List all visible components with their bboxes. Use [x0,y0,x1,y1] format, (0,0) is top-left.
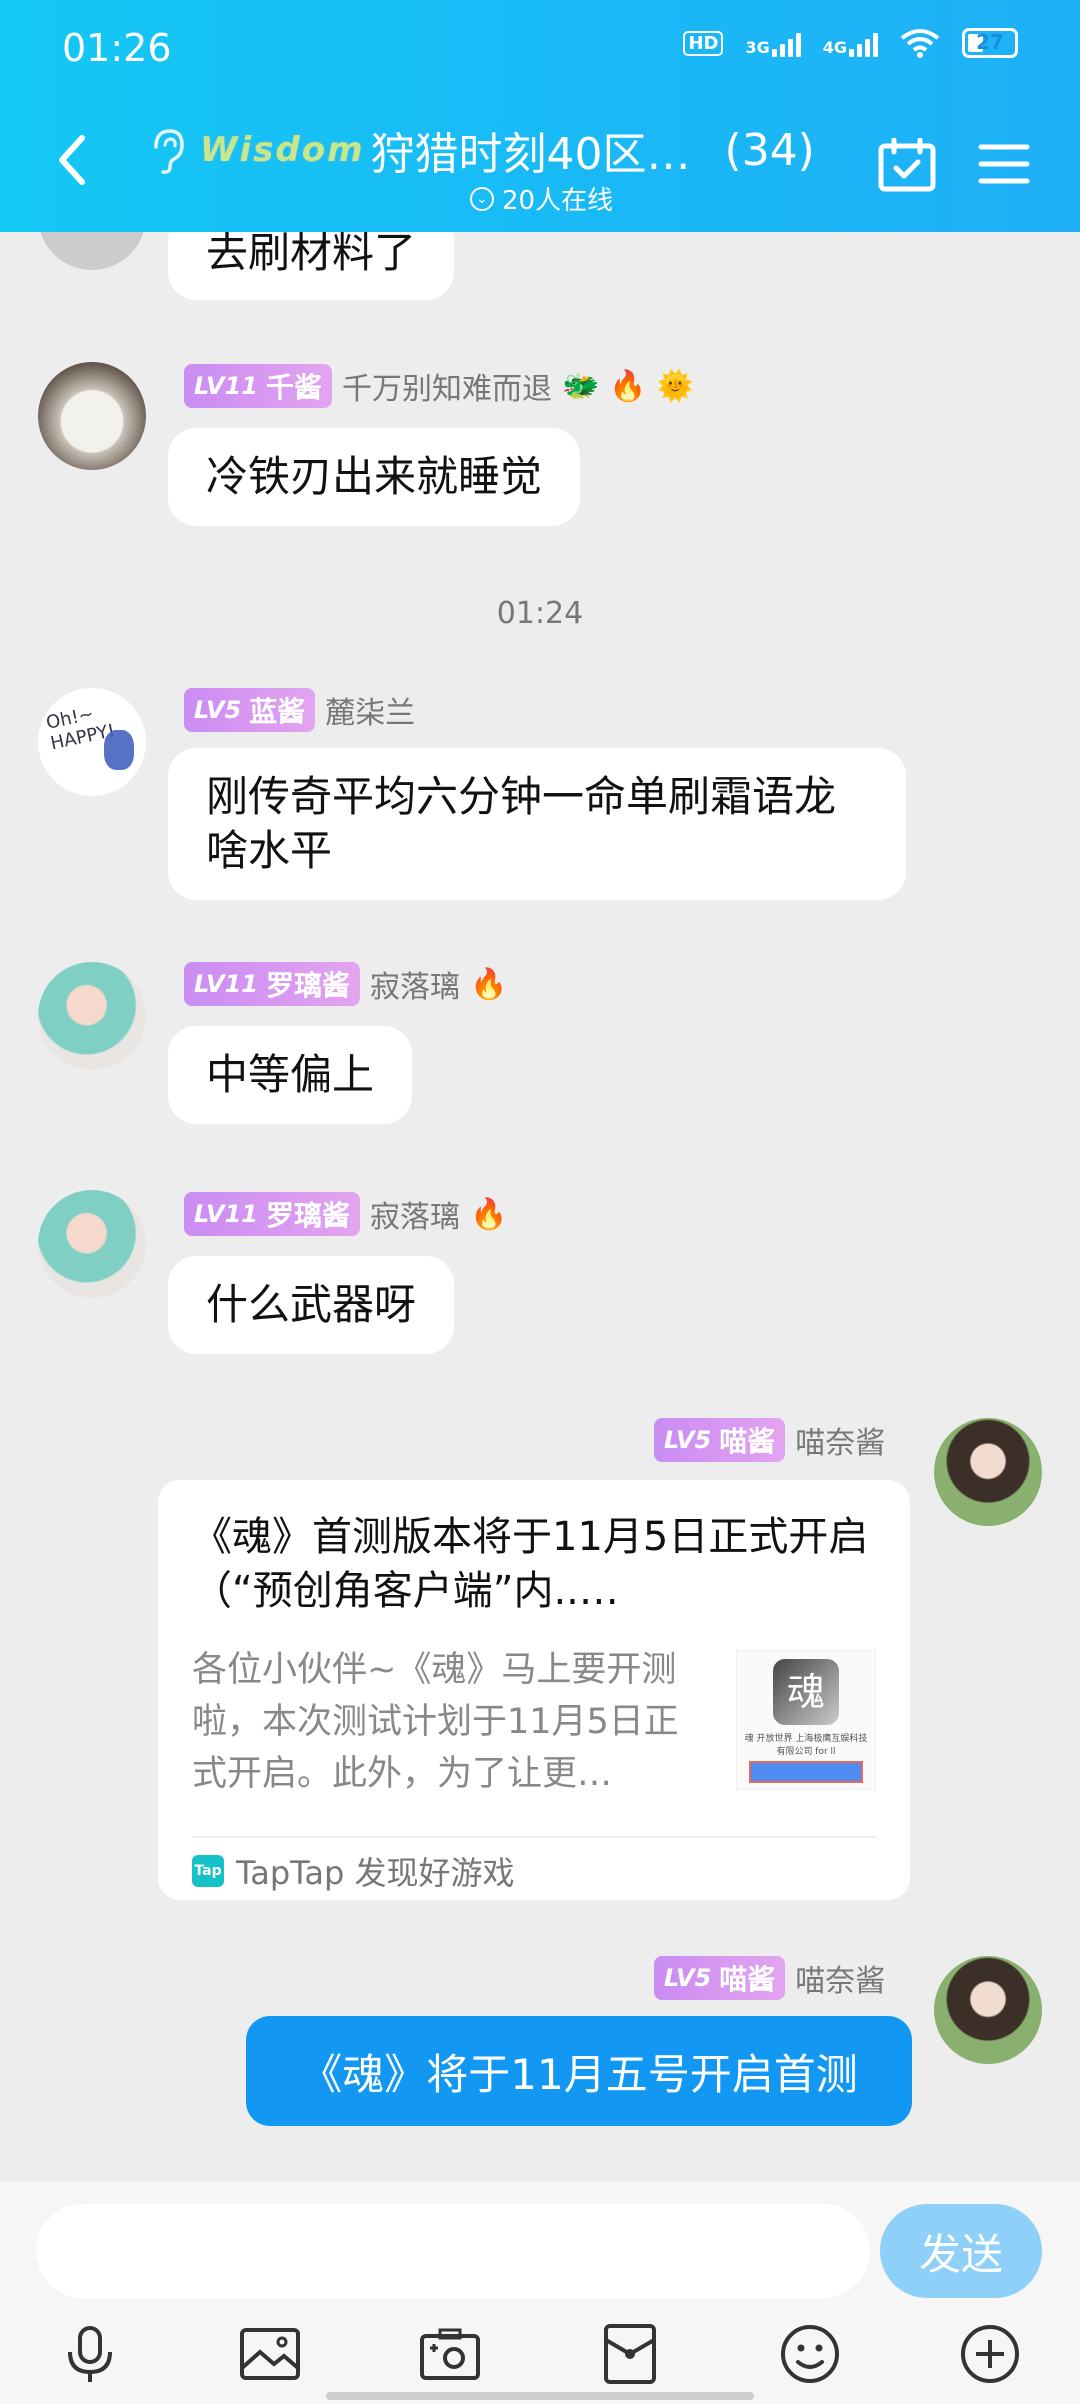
badge-title: 千酱 [265,371,322,404]
chat-list[interactable]: 去刷材料了 LV11 千酱 千万别知难而退 🐲 🔥 🌞 冷铁刃出来就睡觉 01:2… [0,232,1080,2182]
battery-icon: 27 [962,28,1018,58]
avatar[interactable] [934,1418,1042,1526]
signal-3g-icon: 3G [745,29,801,57]
message-bubble[interactable]: 刚传奇平均六分钟一命单刷霜语龙啥水平 [168,748,906,900]
timestamp: 01:24 [496,596,584,631]
avatar[interactable] [38,362,146,470]
level-badge: LV11 罗璃酱 [184,962,360,1006]
sun-icon: 🌞 [656,368,695,404]
message-bubble[interactable]: 什么武器呀 [168,1256,455,1354]
battery-level: 27 [976,30,1004,54]
level-badge: LV5 喵酱 [654,1956,786,2000]
sender-name: 喵奈酱 [795,1426,886,1461]
group-title: 狩猎时刻40区… [370,129,691,180]
sender-meta: LV5 喵酱 喵奈酱 [654,1956,885,2000]
card-thumbnail: 魂 魂 开放世界 上海极鹰互娱科技有限公司 for ll [736,1650,876,1790]
status-time: 01:26 [62,26,172,70]
level-label: LV5 [664,1964,712,1992]
dragon-icon: 🐲 [561,368,600,404]
signal-4g-icon: 4G [823,29,878,57]
fire-icon: 🔥 [609,368,647,404]
badge-title: 蓝酱 [249,695,306,728]
avatar[interactable] [38,962,146,1070]
card-description: 各位小伙伴~《魂》马上要开测啦，本次测试计划于11月5日正式开启。此外，为了让更… [192,1650,679,1794]
badge-title: 罗璃酱 [265,969,350,1002]
back-arrow-icon[interactable] [52,130,92,190]
member-count: (34) [724,124,815,176]
sender-name: 麓柒兰 [325,696,416,731]
badge-title: 喵酱 [719,1963,776,1996]
badge-title: 喵酱 [719,1425,776,1458]
taptap-icon: Tap [192,1855,224,1887]
thumbnail-caption: 魂 开放世界 上海极鹰互娱科技有限公司 for ll [744,1734,868,1757]
sender-name: 寂落璃 [369,1200,460,1235]
hd-icon: HD [683,30,724,56]
level-badge: LV11 罗璃酱 [184,1192,360,1236]
sender-meta: LV11 罗璃酱 寂落璃 🔥 [184,1192,507,1236]
status-icons: HD 3G 4G 27 [683,28,1018,58]
red-packet-icon[interactable] [598,2322,662,2386]
emoji-icon[interactable] [778,2322,842,2386]
level-label: LV11 [194,1200,258,1228]
wifi-icon [900,29,940,58]
avatar[interactable] [38,232,146,270]
net-3g-label: 3G [745,38,770,57]
level-label: LV5 [664,1426,712,1454]
avatar[interactable] [934,1956,1042,2064]
fire-icon: 🔥 [469,966,508,1002]
online-status[interactable]: ⌄ 20人在线 [470,180,613,217]
home-indicator[interactable] [326,2392,754,2400]
sender-meta: LV11 罗璃酱 寂落璃 🔥 [184,962,507,1006]
send-button[interactable]: 发送 [880,2204,1042,2298]
chevron-down-icon: ⌄ [470,186,494,211]
message-bubble[interactable]: 中等偏上 [168,1026,413,1124]
link-card[interactable]: 《魂》首测版本将于11月5日正式开启（“预创角客户端”内..… 各位小伙伴~《魂… [158,1480,910,1900]
card-source: Tap TapTap 发现好游戏 [192,1848,515,1894]
sender-meta: LV5 蓝酱 麓柒兰 [184,688,415,732]
thumbnail-button [749,1761,863,1783]
message-input[interactable] [36,2204,870,2298]
game-logo: 魂 [773,1659,839,1725]
input-bar: 发送 [0,2182,1080,2404]
sender-name: 千万别知难而退 [341,372,552,407]
level-badge: LV5 蓝酱 [184,688,316,732]
message-bubble[interactable]: 去刷材料了 [168,232,455,300]
badge-title: 罗璃酱 [265,1199,350,1232]
avatar[interactable]: Oh!~ HAPPY! [38,688,146,796]
sender-name: 寂落璃 [369,970,460,1005]
sender-name: 喵奈酱 [795,1964,886,1999]
avatar[interactable] [38,1190,146,1298]
card-source-label: TapTap 发现好游戏 [236,1854,515,1892]
level-badge: LV11 千酱 [184,364,332,408]
header: 01:26 HD 3G 4G 27 Wisdom 狩猎时刻40区… (34) ⌄… [0,0,1080,232]
camera-icon[interactable] [418,2322,482,2386]
message-bubble[interactable]: 冷铁刃出来就睡觉 [168,428,581,526]
group-title-row[interactable]: Wisdom 狩猎时刻40区… (34) [146,118,815,182]
divider [192,1836,876,1838]
group-logo: Wisdom [200,130,365,170]
calendar-check-icon[interactable] [878,138,936,192]
level-label: LV5 [194,696,242,724]
level-label: LV11 [194,372,258,400]
sender-meta: LV5 喵酱 喵奈酱 [654,1418,885,1462]
menu-icon[interactable] [978,142,1030,186]
fire-icon: 🔥 [469,1196,508,1232]
net-4g-label: 4G [822,38,847,57]
microphone-icon[interactable] [58,2322,122,2386]
online-count: 20人在线 [502,186,614,216]
sender-meta: LV11 千酱 千万别知难而退 🐲 🔥 🌞 [184,364,694,408]
ear-icon [154,129,184,174]
level-label: LV11 [194,970,258,998]
plus-icon[interactable] [958,2322,1022,2386]
image-icon[interactable] [238,2322,302,2386]
my-message-bubble[interactable]: 《魂》将于11月五号开启首测 [246,2016,912,2126]
level-badge: LV5 喵酱 [654,1418,786,1462]
card-title: 《魂》首测版本将于11月5日正式开启（“预创角客户端”内..… [192,1514,869,1614]
